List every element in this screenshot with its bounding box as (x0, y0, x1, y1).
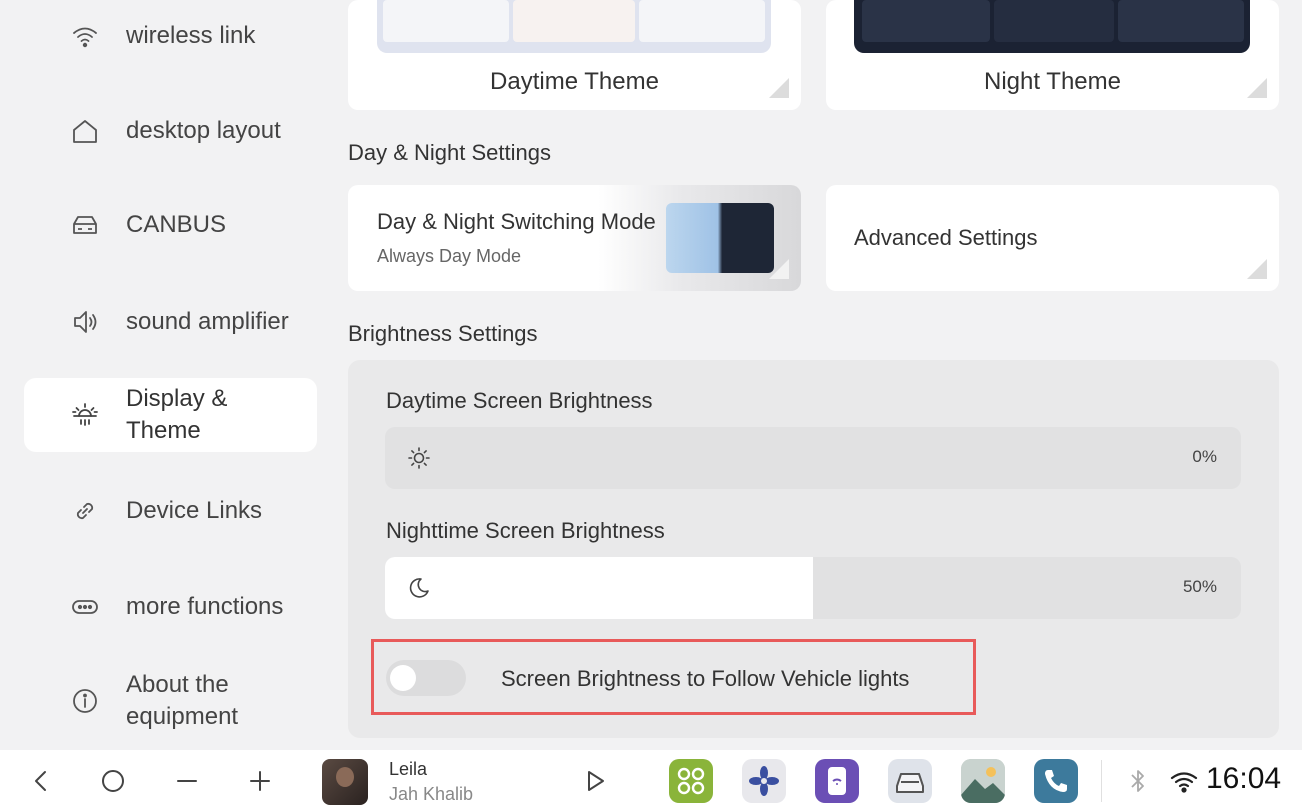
moon-icon (407, 576, 431, 600)
brightness-icon (68, 398, 102, 432)
switching-mode-value: Always Day Mode (377, 246, 522, 266)
sidebar: wireless link desktop layout CANBUS soun… (0, 0, 330, 748)
phone-link-icon[interactable] (815, 759, 859, 803)
sidebar-item-display-theme[interactable]: Display & Theme (24, 378, 317, 452)
follow-lights-toggle[interactable] (386, 660, 466, 696)
daytime-brightness-value: 0% (1192, 447, 1217, 466)
wifi-icon (68, 19, 102, 53)
track-artist: Jah Khalib (389, 784, 474, 804)
home-icon (68, 114, 102, 148)
night-theme-label: Night Theme (984, 68, 1121, 95)
nighttime-brightness-slider[interactable]: 50% (385, 557, 1241, 619)
track-title: Leila (389, 759, 428, 779)
slider-fill (385, 557, 813, 619)
play-icon[interactable] (578, 764, 612, 798)
brightness-section-title: Brightness Settings (348, 321, 538, 346)
corner-indicator (769, 259, 789, 279)
corner-indicator (1247, 259, 1267, 279)
advanced-settings-card[interactable]: Advanced Settings (826, 185, 1279, 291)
clock: 16:04 (1206, 762, 1282, 795)
advanced-settings-label: Advanced Settings (854, 225, 1038, 250)
album-art[interactable] (322, 759, 368, 805)
preview-pane (862, 0, 990, 42)
sidebar-item-label: CANBUS (126, 211, 227, 238)
link-icon (68, 494, 102, 528)
preview-pane (994, 0, 1114, 42)
more-icon (68, 590, 102, 624)
day-night-section-title: Day & Night Settings (348, 140, 551, 165)
night-theme-card[interactable]: Night Theme (826, 0, 1279, 110)
follow-lights-label: Screen Brightness to Follow Vehicle ligh… (501, 666, 910, 691)
sidebar-item-sound-amplifier[interactable]: sound amplifier (24, 285, 317, 359)
sidebar-item-label: wireless link (126, 22, 256, 49)
home-button-icon[interactable] (96, 764, 130, 798)
daytime-theme-label: Daytime Theme (490, 68, 659, 95)
album-art-figure (336, 767, 354, 787)
sidebar-item-more-functions[interactable]: more functions (24, 570, 317, 644)
fan-icon[interactable] (742, 759, 786, 803)
toggle-knob (390, 665, 416, 691)
switching-mode-title: Day & Night Switching Mode (377, 209, 656, 234)
sidebar-item-desktop-layout[interactable]: desktop layout (24, 94, 317, 168)
corner-indicator (1247, 78, 1267, 98)
brightness-panel: Daytime Screen Brightness 0% Nighttime S… (348, 360, 1279, 738)
highlight-box: Screen Brightness to Follow Vehicle ligh… (371, 639, 976, 715)
nighttime-brightness-label: Nighttime Screen Brightness (386, 518, 665, 543)
sidebar-item-label: About the equipment (126, 671, 239, 730)
corner-indicator (769, 78, 789, 98)
sidebar-item-label: sound amplifier (126, 308, 289, 335)
speaker-icon (68, 305, 102, 339)
preview-pane (383, 0, 509, 42)
divider (1101, 760, 1102, 802)
daytime-theme-card[interactable]: Daytime Theme (348, 0, 801, 110)
gallery-icon[interactable] (961, 759, 1005, 803)
info-icon (68, 684, 102, 718)
bottom-bar: Leila Jah Khalib 16:04 (0, 750, 1302, 812)
preview-pane (513, 0, 635, 42)
sidebar-item-label: Device Links (126, 497, 263, 524)
apps-icon[interactable] (669, 759, 713, 803)
sun-icon (407, 446, 431, 470)
phone-icon[interactable] (1034, 759, 1078, 803)
sidebar-item-label: Display & Theme (126, 385, 228, 444)
daytime-brightness-label: Daytime Screen Brightness (386, 388, 653, 413)
sidebar-item-device-links[interactable]: Device Links (24, 481, 317, 541)
back-icon[interactable] (24, 764, 58, 798)
car-app-icon[interactable] (888, 759, 932, 803)
daytime-brightness-slider[interactable]: 0% (385, 427, 1241, 489)
daytime-theme-preview (377, 0, 771, 53)
sidebar-item-label: more functions (126, 593, 284, 620)
sidebar-item-label: desktop layout (126, 117, 281, 144)
sidebar-item-about[interactable]: About the equipment (24, 664, 317, 738)
bluetooth-icon (1121, 764, 1155, 798)
volume-down-icon[interactable] (170, 764, 204, 798)
wifi-status-icon (1167, 764, 1201, 798)
car-icon (68, 208, 102, 242)
sidebar-item-wireless-link[interactable]: wireless link (24, 6, 317, 66)
nighttime-brightness-value: 50% (1182, 577, 1217, 596)
volume-up-icon[interactable] (243, 764, 277, 798)
preview-pane (639, 0, 765, 42)
sidebar-item-canbus[interactable]: CANBUS (24, 195, 317, 255)
night-theme-preview (854, 0, 1250, 53)
preview-pane (1118, 0, 1244, 42)
day-night-switching-card[interactable]: Day & Night Switching Mode Always Day Mo… (348, 185, 801, 291)
screen-illustration (666, 203, 774, 273)
